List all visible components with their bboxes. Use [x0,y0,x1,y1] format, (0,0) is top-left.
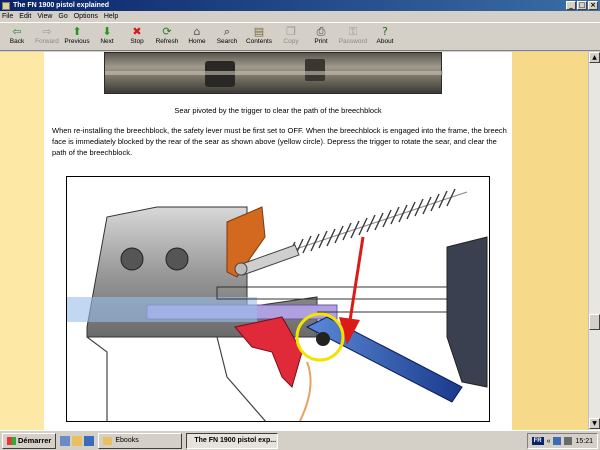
clock: 15:21 [575,437,593,445]
scroll-up-icon[interactable]: ▲ [589,52,600,63]
forward-arrow-icon: ⇨ [42,24,52,38]
taskbar: Démarrer Ebooks The FN 1900 pistol exp..… [0,430,600,450]
back-arrow-icon: ⇦ [12,24,22,38]
task-ebooks[interactable]: Ebooks [98,432,183,449]
about-icon: ? [382,24,388,38]
language-indicator[interactable]: FR [531,437,544,445]
toolbar-label: Next [100,38,114,45]
start-button[interactable]: Démarrer [2,432,57,449]
stop-icon: ✖ [132,24,142,38]
title-bar: The FN 1900 pistol explained _ □ × [0,0,600,11]
refresh-button[interactable]: ⟳ Refresh [152,23,182,51]
toolbar-label: Print [314,38,328,45]
refresh-icon: ⟳ [162,24,172,38]
menu-edit[interactable]: Edit [19,13,31,20]
key-icon: ⚿ [348,24,358,38]
minimize-button[interactable]: _ [566,1,576,10]
content-area: Sear pivoted by the trigger to clear the… [0,52,588,430]
toolbar-label: Forward [35,38,59,45]
toolbar-label: Refresh [155,38,179,45]
document-page: Sear pivoted by the trigger to clear the… [44,52,512,430]
app-icon [2,1,10,10]
print-button[interactable]: ⎙ Print [306,23,336,51]
volume-icon[interactable] [564,437,573,445]
contents-icon: ▤ [253,24,265,38]
window-title: The FN 1900 pistol explained [13,2,110,9]
copy-button: ❐ Copy [276,23,306,51]
menu-help[interactable]: Help [104,13,118,20]
quick-launch [60,435,95,446]
folder-icon [103,436,113,445]
menu-bar: File Edit View Go Options Help [0,11,600,23]
sear [305,316,463,403]
stop-button[interactable]: ✖ Stop [122,23,152,51]
pistol-photo [104,52,443,94]
toolbar-label: Copy [283,38,299,45]
start-label: Démarrer [18,436,52,445]
window-controls: _ □ × [566,1,598,10]
scroll-down-icon[interactable]: ▼ [589,418,600,429]
photo-caption: Sear pivoted by the trigger to clear the… [174,106,382,115]
down-arrow-icon: ⬇ [102,24,112,38]
pistol-diagram [66,176,490,422]
toolbar-label: Password [338,38,368,45]
task-fn1900[interactable]: The FN 1900 pistol exp... [186,432,279,449]
toolbar-label: Stop [130,38,144,45]
maximize-button[interactable]: □ [577,1,587,10]
network-icon[interactable] [553,437,562,445]
up-arrow-icon: ⬆ [72,24,82,38]
tray-chevron-icon[interactable]: « [547,438,551,445]
toolbar-label: Home [188,38,206,45]
instruction-paragraph: When re-installing the breechblock, the … [52,126,507,157]
task-label: The FN 1900 pistol exp... [194,437,277,444]
print-icon: ⎙ [316,24,326,38]
about-button[interactable]: ? About [370,23,400,51]
scroll-thumb[interactable] [589,314,600,330]
next-button[interactable]: ⬇ Next [92,23,122,51]
forward-button: ⇨ Forward [32,23,62,51]
toolbar-label: Search [216,38,238,45]
desktop-icon[interactable] [60,435,71,446]
vertical-scrollbar[interactable]: ▲ ▼ [588,52,600,430]
recoil-spring [234,188,468,276]
toolbar-label: Back [9,38,25,45]
back-button[interactable]: ⇦ Back [2,23,32,51]
password-button: ⚿ Password [336,23,370,51]
explorer-icon[interactable] [72,435,83,446]
toolbar-label: Contents [245,38,273,45]
toolbar-label: About [376,38,394,45]
home-icon: ⌂ [193,24,201,38]
system-tray: FR « 15:21 [526,433,598,449]
search-icon: ⌕ [223,24,231,38]
decorative-band [512,52,588,430]
copy-icon: ❐ [286,24,296,38]
menu-view[interactable]: View [37,13,52,20]
windows-flag-icon [7,436,16,445]
menu-go[interactable]: Go [58,13,67,20]
toolbar: ⇦ Back ⇨ Forward ⬆ Previous ⬇ Next ✖ Stop ⟳ Refresh… [0,23,600,51]
task-label: Ebooks [115,437,139,444]
close-button[interactable]: × [588,1,598,10]
contents-button[interactable]: ▤ Contents [242,23,276,51]
previous-button[interactable]: ⬆ Previous [62,23,92,51]
menu-file[interactable]: File [2,13,13,20]
menu-options[interactable]: Options [74,13,98,20]
search-button[interactable]: ⌕ Search [212,23,242,51]
browser-icon[interactable] [84,435,95,446]
home-button[interactable]: ⌂ Home [182,23,212,51]
toolbar-label: Previous [64,38,90,45]
